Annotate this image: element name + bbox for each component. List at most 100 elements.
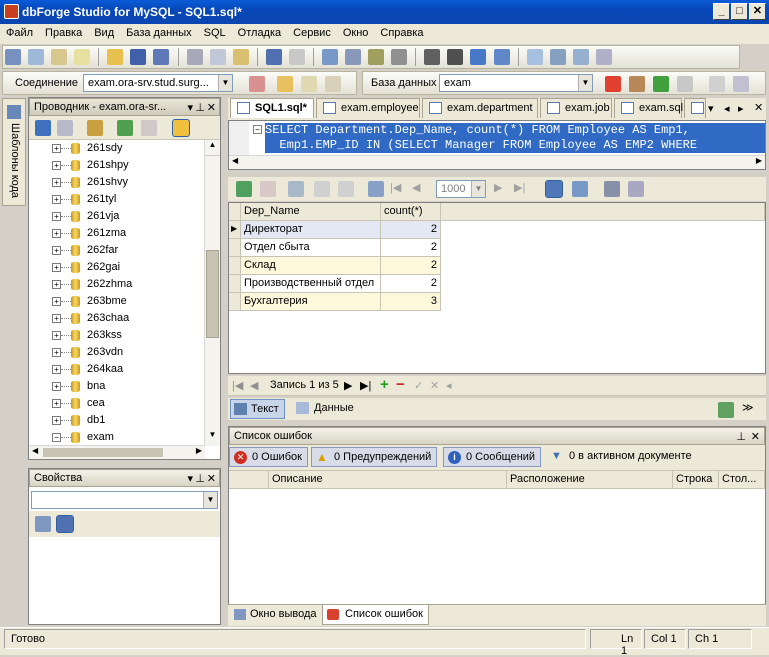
page-size-combo[interactable]: 1000 ▼ [436, 180, 486, 198]
refresh-data-icon[interactable] [236, 181, 252, 197]
pin-icon[interactable]: ⊥ [736, 430, 746, 443]
tree-item[interactable]: +261tyl [29, 191, 205, 208]
menu-help[interactable]: Справка [374, 24, 429, 42]
forward-icon[interactable] [57, 120, 73, 136]
column-header[interactable]: Строка [673, 471, 719, 489]
tree-item[interactable]: +261shvy [29, 174, 205, 191]
menu-sql[interactable]: SQL [198, 24, 232, 42]
close-icon[interactable]: ✕ [751, 430, 760, 443]
add-record-icon[interactable]: + [380, 376, 389, 393]
pin-icon[interactable]: ⊥ [195, 101, 205, 114]
options-icon[interactable] [595, 49, 612, 65]
pin-icon[interactable]: ⊥ [195, 472, 205, 485]
open-icon[interactable] [107, 49, 124, 65]
stop-fetch-icon[interactable] [260, 181, 276, 197]
new-sql-icon[interactable] [5, 49, 21, 65]
dropdown-icon[interactable]: ▾ [187, 472, 193, 485]
comment-icon[interactable] [470, 49, 487, 65]
execute-icon[interactable] [322, 49, 338, 65]
last-record-icon[interactable]: ▶| [360, 379, 371, 392]
table-cell[interactable]: 2 [381, 239, 441, 257]
tab-job[interactable]: exam.job [540, 98, 612, 118]
report-icon[interactable] [709, 76, 725, 92]
tab-employee[interactable]: exam.employee [316, 98, 420, 118]
new-file-icon[interactable] [74, 49, 91, 65]
tree-item[interactable]: + bna [29, 378, 205, 395]
disconnect-icon[interactable] [325, 76, 341, 92]
alphabetical-icon[interactable] [56, 515, 74, 533]
debug-icon[interactable] [629, 76, 645, 92]
tree-item[interactable]: +262gai [29, 259, 205, 276]
editor-hscrollbar[interactable]: ◀ ▶ [229, 155, 765, 169]
tree-item[interactable]: +263bme [29, 293, 205, 310]
redo-icon[interactable] [288, 49, 305, 65]
table-cell[interactable]: Склад [241, 257, 381, 275]
edit-data-icon[interactable] [288, 181, 304, 197]
tab-sql1[interactable]: SQL1.sql* [230, 98, 314, 118]
tab-list-icon[interactable]: ▾ [708, 102, 714, 115]
save-icon[interactable] [130, 49, 147, 65]
tree-item[interactable]: +261shpy [29, 157, 205, 174]
collapse-chevron-icon[interactable]: ≫ [742, 401, 754, 414]
tab-more[interactable] [684, 98, 706, 118]
new-connection-icon[interactable] [87, 120, 103, 136]
menu-view[interactable]: Вид [88, 24, 120, 42]
card-view-icon[interactable] [572, 181, 588, 197]
tree-item[interactable]: − exam [29, 429, 205, 446]
table-cell[interactable]: 2 [381, 257, 441, 275]
cancel-record-icon[interactable]: ✕ [430, 379, 439, 392]
column-header-icon[interactable] [229, 471, 269, 489]
indent-icon[interactable] [447, 49, 464, 65]
format-icon[interactable] [345, 49, 362, 65]
table-cell[interactable]: Отдел сбыта [241, 239, 381, 257]
table-cell[interactable]: 2 [381, 221, 441, 239]
tree-item[interactable]: +263chaa [29, 310, 205, 327]
output-window-tab[interactable]: Окно вывода [230, 605, 322, 625]
messages-filter-button[interactable]: i0 Сообщений [443, 447, 542, 467]
categorized-icon[interactable] [35, 516, 51, 532]
tree-item[interactable]: +261vja [29, 208, 205, 225]
refresh-connection-icon[interactable] [301, 76, 317, 92]
undo-icon[interactable] [265, 49, 282, 65]
tree-item[interactable]: + cea [29, 395, 205, 412]
prev-record-icon[interactable]: ◀ [250, 379, 258, 392]
new-table-icon[interactable] [51, 49, 68, 65]
close-icon[interactable]: ✕ [207, 101, 216, 114]
scroll-left-icon[interactable]: ◂ [724, 102, 730, 115]
grid-view-icon[interactable] [545, 180, 563, 198]
column-header[interactable]: Описание [269, 471, 507, 489]
delete-record-icon[interactable]: − [396, 376, 405, 393]
cut-icon[interactable] [186, 49, 203, 65]
text-view-button[interactable]: Текст [230, 399, 285, 419]
menu-window[interactable]: Окно [337, 24, 375, 42]
window-icon[interactable] [526, 49, 543, 65]
back-icon[interactable] [35, 120, 51, 136]
minimize-button[interactable]: _ [713, 3, 730, 20]
next-page-icon[interactable]: ▶ [494, 181, 502, 194]
export-icon[interactable] [733, 76, 749, 92]
first-record-icon[interactable]: |◀ [232, 379, 243, 392]
error-list-tab[interactable]: Список ошибок [322, 605, 429, 625]
explorer-vscrollbar[interactable]: ▲ ▼ [204, 140, 220, 446]
tab-exam-sql[interactable]: exam.sql [614, 98, 683, 118]
column-header[interactable]: Стол... [719, 471, 765, 489]
sync-icon[interactable] [718, 402, 734, 418]
tab-department[interactable]: exam.department [422, 98, 538, 118]
panel-icon[interactable] [572, 49, 589, 65]
apply-icon[interactable] [314, 181, 330, 197]
close-tab-icon[interactable]: ✕ [754, 101, 763, 114]
tree-item[interactable]: +261sdy [29, 140, 205, 157]
table-cell[interactable]: 3 [381, 293, 441, 311]
menu-file[interactable]: Файл [0, 24, 39, 42]
close-button[interactable]: ✕ [749, 3, 766, 20]
refresh-icon[interactable] [117, 120, 133, 136]
table-cell[interactable]: Директорат [241, 221, 381, 239]
font-icon[interactable] [391, 49, 408, 65]
data-view-button[interactable]: Данные [292, 399, 359, 419]
table-cell[interactable]: 2 [381, 275, 441, 293]
collapse-icon[interactable]: − [253, 125, 262, 134]
properties-object-combo[interactable]: ▼ [31, 491, 218, 509]
column-header[interactable]: count(*) [381, 203, 441, 221]
prev-page-icon[interactable]: ◀ [412, 181, 420, 194]
last-page-icon[interactable]: ▶| [514, 181, 525, 194]
